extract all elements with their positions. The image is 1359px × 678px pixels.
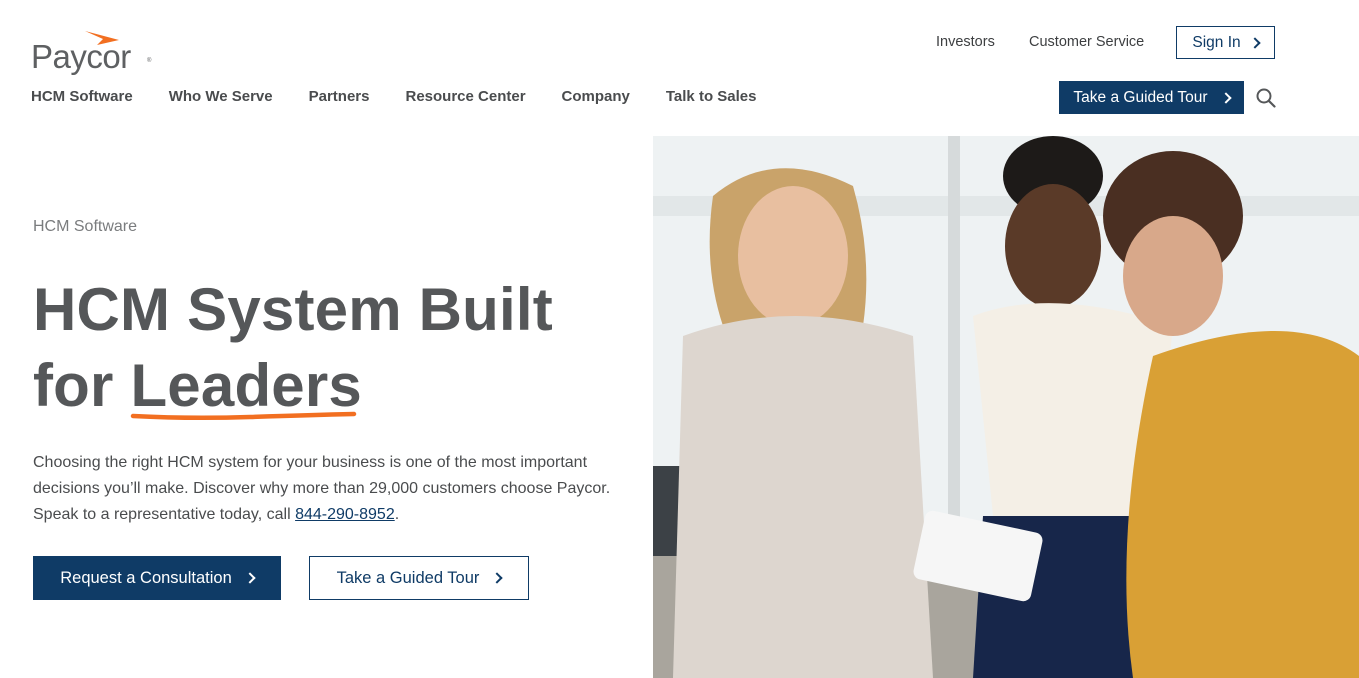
nav-item-who-we-serve[interactable]: Who We Serve bbox=[169, 88, 273, 105]
hero-body-suffix: . bbox=[394, 506, 400, 523]
hero-photo bbox=[653, 136, 1359, 678]
registered-mark: ® bbox=[147, 58, 152, 64]
request-consultation-button[interactable]: Request a Consultation bbox=[33, 556, 281, 600]
search-button[interactable] bbox=[1255, 87, 1277, 109]
request-consultation-label: Request a Consultation bbox=[60, 568, 232, 587]
chevron-right-icon bbox=[491, 572, 504, 584]
phone-link[interactable]: 844-290-8952 bbox=[295, 506, 395, 523]
guided-tour-hero-label: Take a Guided Tour bbox=[336, 568, 480, 587]
chevron-right-icon bbox=[244, 572, 256, 584]
sign-in-button[interactable]: Sign In bbox=[1176, 26, 1275, 59]
hero-headline: HCM System Built for Leaders bbox=[33, 272, 553, 424]
nav-item-hcm-software[interactable]: HCM Software bbox=[31, 88, 133, 105]
main-nav: HCM Software Who We Serve Partners Resou… bbox=[31, 88, 792, 105]
hero-body-copy: Choosing the right HCM system for your b… bbox=[33, 450, 633, 528]
nav-item-partners[interactable]: Partners bbox=[309, 88, 370, 105]
investors-link[interactable]: Investors bbox=[936, 34, 995, 50]
headline-highlight: Leaders bbox=[130, 348, 362, 424]
hero-photo-illustration bbox=[653, 136, 1359, 678]
logo-wordmark: Paycor bbox=[31, 38, 131, 75]
chevron-right-icon bbox=[1248, 36, 1261, 49]
nav-item-talk-to-sales[interactable]: Talk to Sales bbox=[666, 88, 757, 105]
guided-tour-header-button[interactable]: Take a Guided Tour bbox=[1059, 81, 1244, 114]
hero-eyebrow: HCM Software bbox=[33, 218, 138, 235]
customer-service-link[interactable]: Customer Service bbox=[1029, 34, 1144, 50]
headline-line-1: HCM System Built bbox=[33, 276, 553, 343]
search-icon bbox=[1256, 88, 1276, 108]
guided-tour-hero-button[interactable]: Take a Guided Tour bbox=[309, 556, 529, 600]
headline-line-2-prefix: for bbox=[33, 352, 131, 419]
chevron-right-icon bbox=[1219, 91, 1232, 104]
guided-tour-header-label: Take a Guided Tour bbox=[1073, 88, 1208, 106]
paycor-logo[interactable]: Paycor ® bbox=[31, 30, 156, 75]
sign-in-label: Sign In bbox=[1192, 33, 1241, 51]
nav-item-company[interactable]: Company bbox=[562, 88, 630, 105]
nav-item-resource-center[interactable]: Resource Center bbox=[405, 88, 525, 105]
orange-underline-icon bbox=[131, 411, 357, 421]
